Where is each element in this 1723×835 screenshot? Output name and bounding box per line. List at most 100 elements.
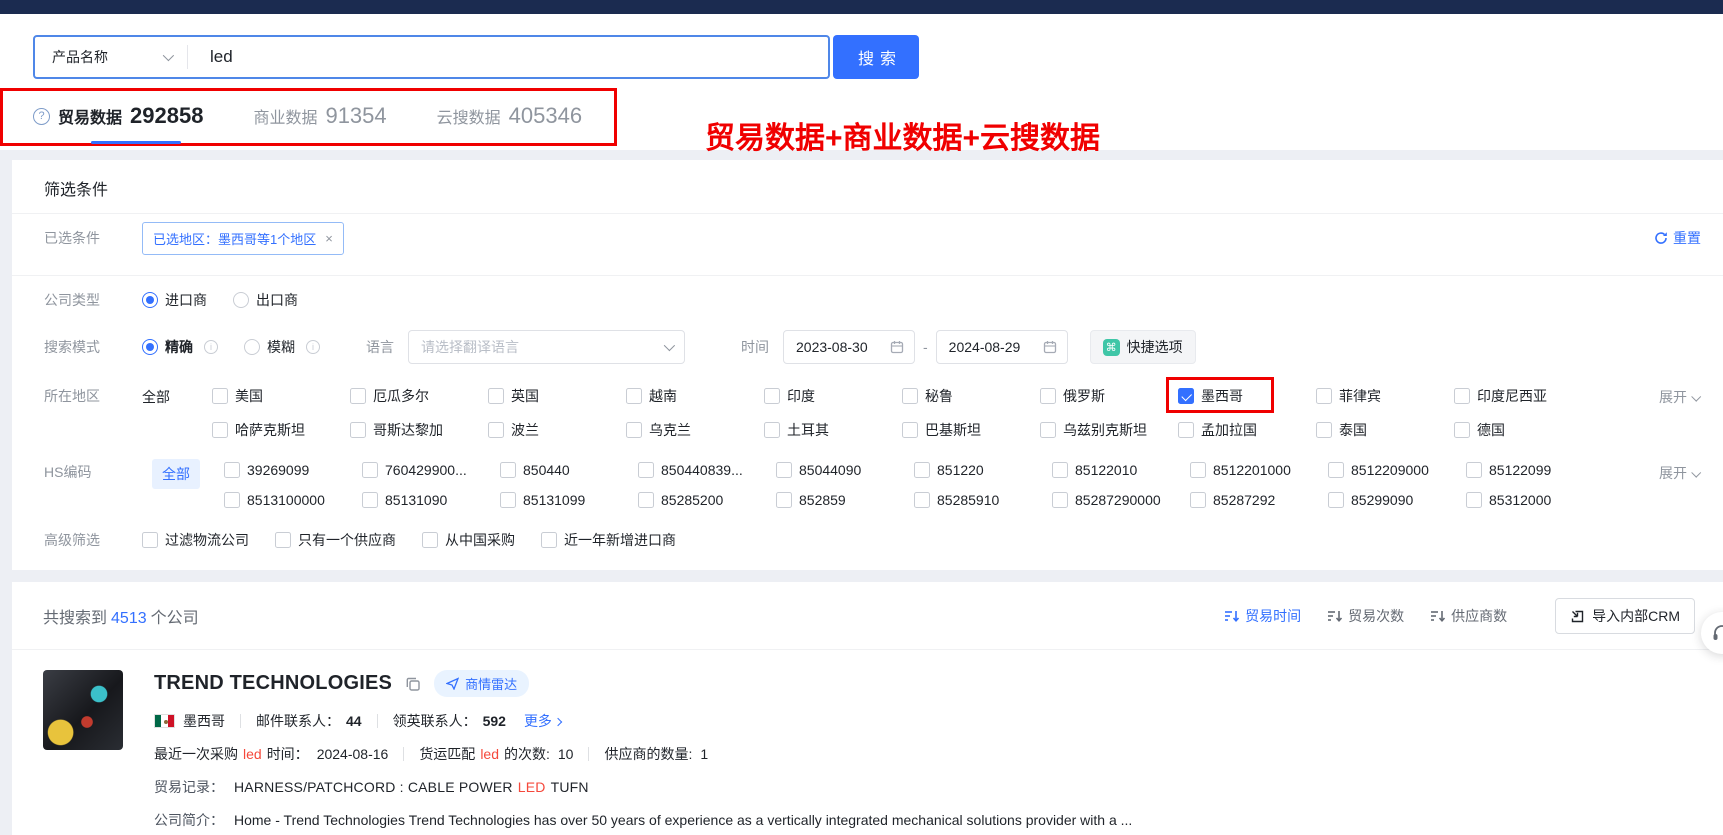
- hs-checkbox[interactable]: 8513100000: [224, 492, 362, 508]
- checkbox-icon: [1466, 462, 1482, 478]
- region-checkbox-india[interactable]: 印度: [764, 386, 902, 406]
- checkbox-icon: [212, 422, 228, 438]
- business-radar-badge[interactable]: 商情雷达: [434, 670, 529, 697]
- region-checkbox-turkey[interactable]: 土耳其: [764, 420, 902, 440]
- region-checkbox-mexico[interactable]: 墨西哥: [1178, 386, 1316, 406]
- hs-checkbox[interactable]: 850440: [500, 462, 638, 478]
- advanced-checkbox-from-china[interactable]: 从中国采购: [422, 530, 515, 550]
- advanced-checkbox-filter-logistics[interactable]: 过滤物流公司: [142, 530, 249, 550]
- region-checkbox-usa[interactable]: 美国: [212, 386, 350, 406]
- region-expand-button[interactable]: 展开: [1659, 386, 1699, 407]
- company-thumbnail[interactable]: [43, 670, 123, 750]
- chevron-right-icon: [554, 717, 562, 725]
- region-checkbox-kazakhstan[interactable]: 哈萨克斯坦: [212, 420, 350, 440]
- quick-options-button[interactable]: ⌘ 快捷选项: [1090, 330, 1196, 364]
- region-checkbox-uzbekistan[interactable]: 乌兹别克斯坦: [1040, 420, 1178, 440]
- region-all-option[interactable]: 全部: [142, 386, 212, 407]
- advanced-checkbox-new-importer[interactable]: 近一年新增进口商: [541, 530, 676, 550]
- search-field-selector-value: 产品名称: [52, 47, 108, 67]
- sort-trade-count[interactable]: 贸易次数: [1327, 606, 1404, 626]
- hs-checkbox[interactable]: 850440839...: [638, 462, 776, 478]
- radio-exact-mode[interactable]: 精确 i: [142, 337, 218, 357]
- hs-checkbox[interactable]: 85285200: [638, 492, 776, 508]
- company-card: TREND TECHNOLOGIES 商情雷达 墨西哥: [12, 650, 1723, 835]
- hs-expand-button[interactable]: 展开: [1659, 462, 1699, 483]
- checkbox-icon: [362, 462, 378, 478]
- region-checkbox-ukraine[interactable]: 乌克兰: [626, 420, 764, 440]
- sort-trade-time[interactable]: 贸易时间: [1224, 606, 1301, 626]
- region-checkbox-ecuador[interactable]: 厄瓜多尔: [350, 386, 488, 406]
- advanced-checkbox-single-supplier[interactable]: 只有一个供应商: [275, 530, 396, 550]
- hs-checkbox[interactable]: 760429900...: [362, 462, 500, 478]
- region-checkbox-vietnam[interactable]: 越南: [626, 386, 764, 406]
- hs-checkbox[interactable]: 85131099: [500, 492, 638, 508]
- hs-checkbox[interactable]: 85131090: [362, 492, 500, 508]
- search-box: 产品名称: [33, 35, 830, 79]
- region-checkbox-uk[interactable]: 英国: [488, 386, 626, 406]
- reset-button[interactable]: 重置: [1654, 228, 1701, 248]
- hs-checkbox[interactable]: 85044090: [776, 462, 914, 478]
- remove-tag-icon[interactable]: ×: [325, 231, 333, 246]
- search-button[interactable]: 搜索: [833, 35, 919, 79]
- hs-checkbox[interactable]: 85287292: [1190, 492, 1328, 508]
- import-crm-button[interactable]: 导入内部CRM: [1555, 598, 1695, 634]
- region-checkbox-grid: 美国 厄瓜多尔 英国 越南 印度 秘鲁 俄罗斯 墨西哥 菲律宾 印度尼西亚 哈萨…: [212, 386, 1592, 440]
- sort-supplier-count[interactable]: 供应商数: [1430, 606, 1507, 626]
- divider: [240, 714, 241, 728]
- radio-fuzzy-mode[interactable]: 模糊 i: [244, 337, 320, 357]
- import-icon: [1570, 609, 1585, 624]
- region-checkbox-thailand[interactable]: 泰国: [1316, 420, 1454, 440]
- hs-all-option[interactable]: 全部: [152, 459, 200, 489]
- checkbox-icon: [350, 388, 366, 404]
- hs-checkbox[interactable]: 85299090: [1328, 492, 1466, 508]
- tab-cloud-search-data[interactable]: 云搜数据 405346: [437, 103, 582, 129]
- region-checkbox-philippines[interactable]: 菲律宾: [1316, 386, 1454, 406]
- date-to-input[interactable]: 2024-08-29: [936, 330, 1068, 364]
- checkbox-icon: [488, 422, 504, 438]
- region-checkbox-peru[interactable]: 秘鲁: [902, 386, 1040, 406]
- region-checkbox-poland[interactable]: 波兰: [488, 420, 626, 440]
- selected-region-tag[interactable]: 已选地区：墨西哥等1个地区 ×: [142, 222, 344, 255]
- company-profile-label: 公司简介：: [154, 810, 224, 830]
- more-link[interactable]: 更多: [524, 711, 561, 731]
- tab-business-data[interactable]: 商业数据 91354: [253, 103, 386, 129]
- calendar-icon: [890, 340, 904, 354]
- hs-checkbox[interactable]: 8512209000: [1328, 462, 1466, 478]
- region-checkbox-costa-rica[interactable]: 哥斯达黎加: [350, 420, 488, 440]
- tab-trade-data[interactable]: ? 贸易数据 292858: [33, 103, 203, 129]
- region-checkbox-bangladesh[interactable]: 孟加拉国: [1178, 420, 1316, 440]
- search-field-selector[interactable]: 产品名称: [35, 47, 187, 67]
- hs-checkbox[interactable]: 85122010: [1052, 462, 1190, 478]
- checkbox-icon: [488, 388, 504, 404]
- region-checkbox-indonesia[interactable]: 印度尼西亚: [1454, 386, 1592, 406]
- date-from-input[interactable]: 2023-08-30: [783, 330, 915, 364]
- translation-language-select[interactable]: 请选择翻译语言: [408, 330, 685, 364]
- email-contacts-count: 44: [346, 713, 362, 729]
- checkbox-icon: [1190, 462, 1206, 478]
- hs-checkbox[interactable]: 851220: [914, 462, 1052, 478]
- region-checkbox-germany[interactable]: 德国: [1454, 420, 1592, 440]
- search-input[interactable]: [188, 37, 828, 77]
- hs-checkbox[interactable]: 39269099: [224, 462, 362, 478]
- info-icon[interactable]: i: [306, 340, 320, 354]
- checkbox-icon: [1454, 422, 1470, 438]
- hs-checkbox[interactable]: 85312000: [1466, 492, 1604, 508]
- region-checkbox-russia[interactable]: 俄罗斯: [1040, 386, 1178, 406]
- info-icon[interactable]: i: [204, 340, 218, 354]
- copy-icon[interactable]: [405, 676, 421, 692]
- radio-icon: [233, 292, 249, 308]
- hs-checkbox[interactable]: 852859: [776, 492, 914, 508]
- hs-checkbox[interactable]: 8512201000: [1190, 462, 1328, 478]
- company-name[interactable]: TREND TECHNOLOGIES: [154, 672, 392, 695]
- hs-checkbox[interactable]: 85285910: [914, 492, 1052, 508]
- question-circle-icon[interactable]: ?: [33, 108, 50, 125]
- radio-importer[interactable]: 进口商: [142, 290, 207, 310]
- radio-exporter[interactable]: 出口商: [233, 290, 298, 310]
- hs-checkbox[interactable]: 85122099: [1466, 462, 1604, 478]
- hs-checkbox[interactable]: 85287290000: [1052, 492, 1190, 508]
- checkbox-icon: [1328, 492, 1344, 508]
- divider: [12, 275, 1723, 276]
- sort-icon: [1430, 609, 1446, 623]
- region-checkbox-pakistan[interactable]: 巴基斯坦: [902, 420, 1040, 440]
- linkedin-contacts-label: 领英联系人：: [393, 711, 477, 731]
